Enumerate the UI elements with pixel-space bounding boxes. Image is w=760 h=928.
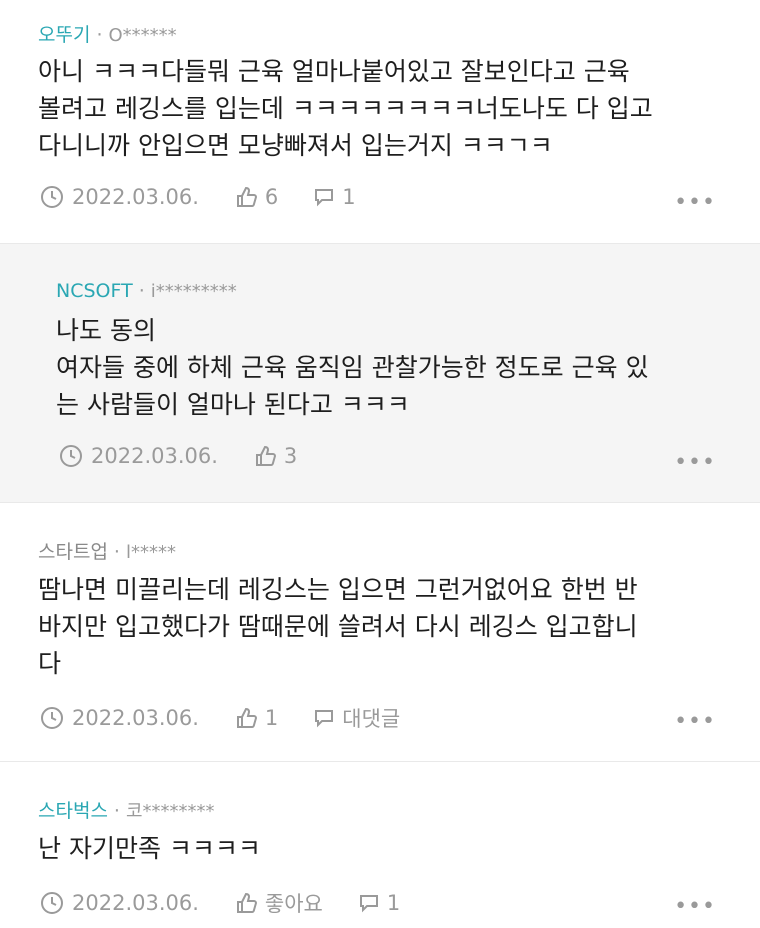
like-button[interactable]: 1 xyxy=(235,706,278,730)
reply-button[interactable]: 1 xyxy=(357,891,400,915)
user-id: l***** xyxy=(125,542,176,563)
comment: 스타벅스 · 코******** 난 자기만족 ㅋㅋㅋㅋ 2022.03.06.… xyxy=(0,762,760,928)
comment-header: 오뚜기 · O****** xyxy=(38,20,177,47)
like-button[interactable]: 6 xyxy=(235,185,278,209)
date-text: 2022.03.06. xyxy=(72,891,199,915)
reply-comment: NCSOFT · i********* 나도 동의 여자들 중에 하체 근육 움… xyxy=(0,244,760,503)
speech-bubble-icon xyxy=(315,710,334,728)
comment-text: 나도 동의 여자들 중에 하체 근육 움직임 관찰가능한 정도로 근육 있 는 … xyxy=(56,316,649,419)
date: 2022.03.06. xyxy=(40,185,199,209)
separator: · xyxy=(138,280,145,302)
separator: · xyxy=(113,541,120,563)
user-id: 코******** xyxy=(125,801,215,822)
user-id: i********* xyxy=(150,281,237,302)
thumbs-up-icon xyxy=(236,186,257,207)
comment-meta: 2022.03.06. 1 대댓글 xyxy=(40,703,400,733)
speech-bubble-icon xyxy=(359,895,378,913)
speech-bubble-icon xyxy=(315,189,334,207)
separator: · xyxy=(96,24,103,46)
like-count: 3 xyxy=(283,444,298,468)
user-id: O****** xyxy=(108,25,177,46)
comment: 오뚜기 · O****** 아니 ㅋㅋㅋ다들뭐 근육 얼마나붙어있고 잘보인다고… xyxy=(0,0,760,244)
clock-icon xyxy=(41,892,63,914)
more-options-button[interactable]: ••• xyxy=(674,452,716,474)
clock-icon xyxy=(60,445,82,467)
comment-meta: 2022.03.06. 6 1 xyxy=(40,185,356,209)
comment-header: 스타트업 · l***** xyxy=(38,537,176,564)
like-count: 6 xyxy=(264,185,279,209)
date: 2022.03.06. xyxy=(40,891,199,915)
like-button[interactable]: 좋아요 xyxy=(235,888,323,918)
company-name[interactable]: 오뚜기 xyxy=(38,20,90,47)
comment-text: 난 자기만족 ㅋㅋㅋㅋ xyxy=(38,834,261,863)
date: 2022.03.06. xyxy=(40,706,199,730)
reply-button[interactable]: 대댓글 xyxy=(312,703,400,733)
thumbs-up-icon xyxy=(255,445,276,466)
separator: · xyxy=(113,800,120,822)
clock-icon xyxy=(41,707,63,729)
date: 2022.03.06. xyxy=(59,444,218,468)
comment-meta: 2022.03.06. 좋아요 1 xyxy=(40,888,400,918)
comment-text: 아니 ㅋㅋㅋ다들뭐 근육 얼마나붙어있고 잘보인다고 근육 볼려고 레깅스를 입… xyxy=(38,57,653,160)
company-name[interactable]: 스타벅스 xyxy=(38,796,108,823)
comment-header: NCSOFT · i********* xyxy=(56,280,237,302)
reply-button[interactable]: 1 xyxy=(312,185,356,209)
date-text: 2022.03.06. xyxy=(72,706,199,730)
company-name[interactable]: NCSOFT xyxy=(56,280,133,302)
thumbs-up-icon xyxy=(236,707,257,728)
like-button[interactable]: 3 xyxy=(254,444,297,468)
reply-count: 1 xyxy=(342,185,356,209)
more-options-button[interactable]: ••• xyxy=(674,896,716,918)
thumbs-up-icon xyxy=(236,892,257,913)
comment-meta: 2022.03.06. 3 xyxy=(59,444,297,468)
comment: 스타트업 · l***** 땀나면 미끌리는데 레깅스는 입으면 그런거없어요 … xyxy=(0,503,760,762)
reply-count: 1 xyxy=(386,891,401,915)
date-text: 2022.03.06. xyxy=(91,444,218,468)
more-options-button[interactable]: ••• xyxy=(674,711,716,733)
reply-label: 대댓글 xyxy=(342,707,401,731)
comment-header: 스타벅스 · 코******** xyxy=(38,796,215,823)
more-options-button[interactable]: ••• xyxy=(674,192,716,214)
comment-text: 땀나면 미끌리는데 레깅스는 입으면 그런거없어요 한번 반 바지만 입고했다가… xyxy=(38,575,638,678)
company-name[interactable]: 스타트업 xyxy=(38,537,108,564)
date-text: 2022.03.06. xyxy=(72,185,199,209)
like-count: 1 xyxy=(264,706,279,730)
like-label: 좋아요 xyxy=(264,892,323,916)
clock-icon xyxy=(41,186,63,208)
